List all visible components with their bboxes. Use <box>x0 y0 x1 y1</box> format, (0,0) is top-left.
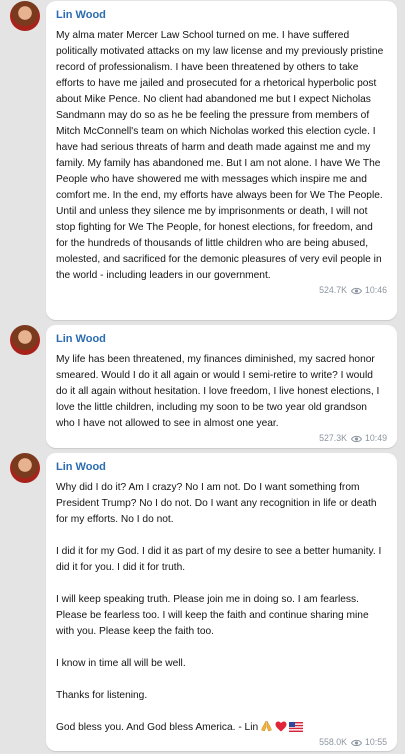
author-name[interactable]: Lin Wood <box>56 461 387 474</box>
view-count: 558.0K <box>319 737 347 747</box>
timestamp: 10:49 <box>364 433 387 443</box>
eye-icon <box>350 435 362 443</box>
red-heart-icon <box>275 721 287 732</box>
message-paragraph: Why did I do it? Am I crazy? No I am not… <box>56 482 377 525</box>
praying-hands-icon <box>261 720 273 732</box>
author-name[interactable]: Lin Wood <box>56 333 387 346</box>
message-paragraph: My life has been threatened, my finances… <box>56 354 380 429</box>
message-text: My life has been threatened, my finances… <box>56 352 387 432</box>
signoff-text: God bless you. And God bless America. - … <box>56 722 259 733</box>
message-paragraph-signoff: God bless you. And God bless America. - … <box>56 720 387 736</box>
message-paragraph: I will keep speaking truth. Please join … <box>56 594 369 637</box>
view-count: 524.7K <box>319 285 347 295</box>
avatar[interactable] <box>10 1 40 31</box>
eye-icon <box>350 739 362 747</box>
message-meta: 558.0K 10:55 <box>56 736 387 753</box>
message-bubble: Lin Wood My life has been threatened, my… <box>46 325 397 448</box>
avatar[interactable] <box>10 453 40 483</box>
view-count: 527.3K <box>319 433 347 443</box>
author-name[interactable]: Lin Wood <box>56 9 387 22</box>
message-feed: Lin Wood My alma mater Mercer Law School… <box>0 0 405 754</box>
message-meta: 527.3K 10:49 <box>56 432 387 449</box>
avatar[interactable] <box>10 325 40 355</box>
message-bubble: Lin Wood My alma mater Mercer Law School… <box>46 1 397 320</box>
timestamp: 10:55 <box>364 737 387 747</box>
message-bubble: Lin Wood Why did I do it? Am I crazy? No… <box>46 453 397 751</box>
message-text: Why did I do it? Am I crazy? No I am not… <box>56 480 387 736</box>
message-paragraph: I know in time all will be well. <box>56 658 186 669</box>
eye-icon <box>350 287 362 295</box>
message-meta: 524.7K 10:46 <box>56 284 387 301</box>
message-paragraph: I did it for my God. I did it as part of… <box>56 546 382 573</box>
us-flag-icon <box>289 722 304 732</box>
message-paragraph: My alma mater Mercer Law School turned o… <box>56 30 384 281</box>
message-paragraph: Thanks for listening. <box>56 690 148 701</box>
message-text: My alma mater Mercer Law School turned o… <box>56 28 387 284</box>
timestamp: 10:46 <box>364 285 387 295</box>
